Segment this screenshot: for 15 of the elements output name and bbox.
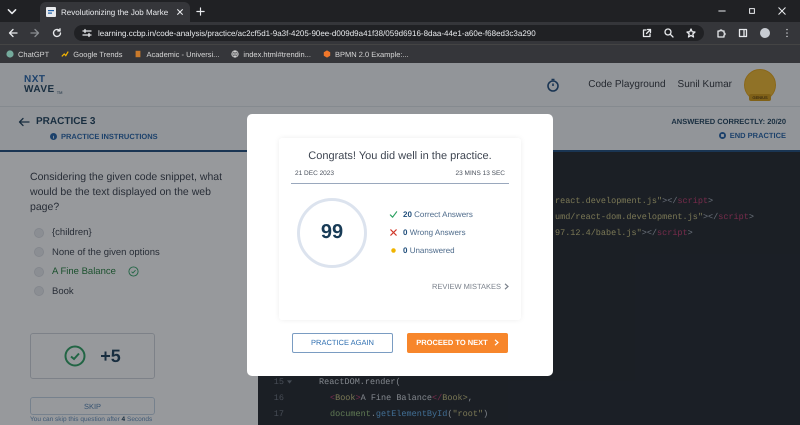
- answer-stat: 0 Unanswered: [403, 246, 455, 255]
- score-circle: 99: [297, 198, 367, 268]
- answer-stat: 20 Correct Answers: [403, 210, 473, 219]
- code-line: umd/react-dom.development.js"></script>: [555, 211, 754, 224]
- code-line: 97.12.4/babel.js"></script>: [555, 227, 693, 240]
- question-text: Considering the given code snippet, what would be the text displayed on the web page?: [30, 170, 224, 215]
- code-line: <Book>A Fine Balance</Book>,: [329, 392, 473, 405]
- answer-stat: 0 Wrong Answers: [403, 228, 466, 237]
- practice-title: PRACTICE 3: [36, 116, 96, 127]
- user-name: Sunil Kumar: [678, 79, 732, 90]
- code-line: document.getElementById("root"): [329, 408, 488, 421]
- dialog-title: Congrats! You did well in the practice.: [307, 150, 493, 162]
- points-card: +5: [30, 333, 155, 379]
- code-line: react.development.js"></script>: [555, 195, 714, 208]
- code-line: ReactDOM.render(: [318, 376, 401, 389]
